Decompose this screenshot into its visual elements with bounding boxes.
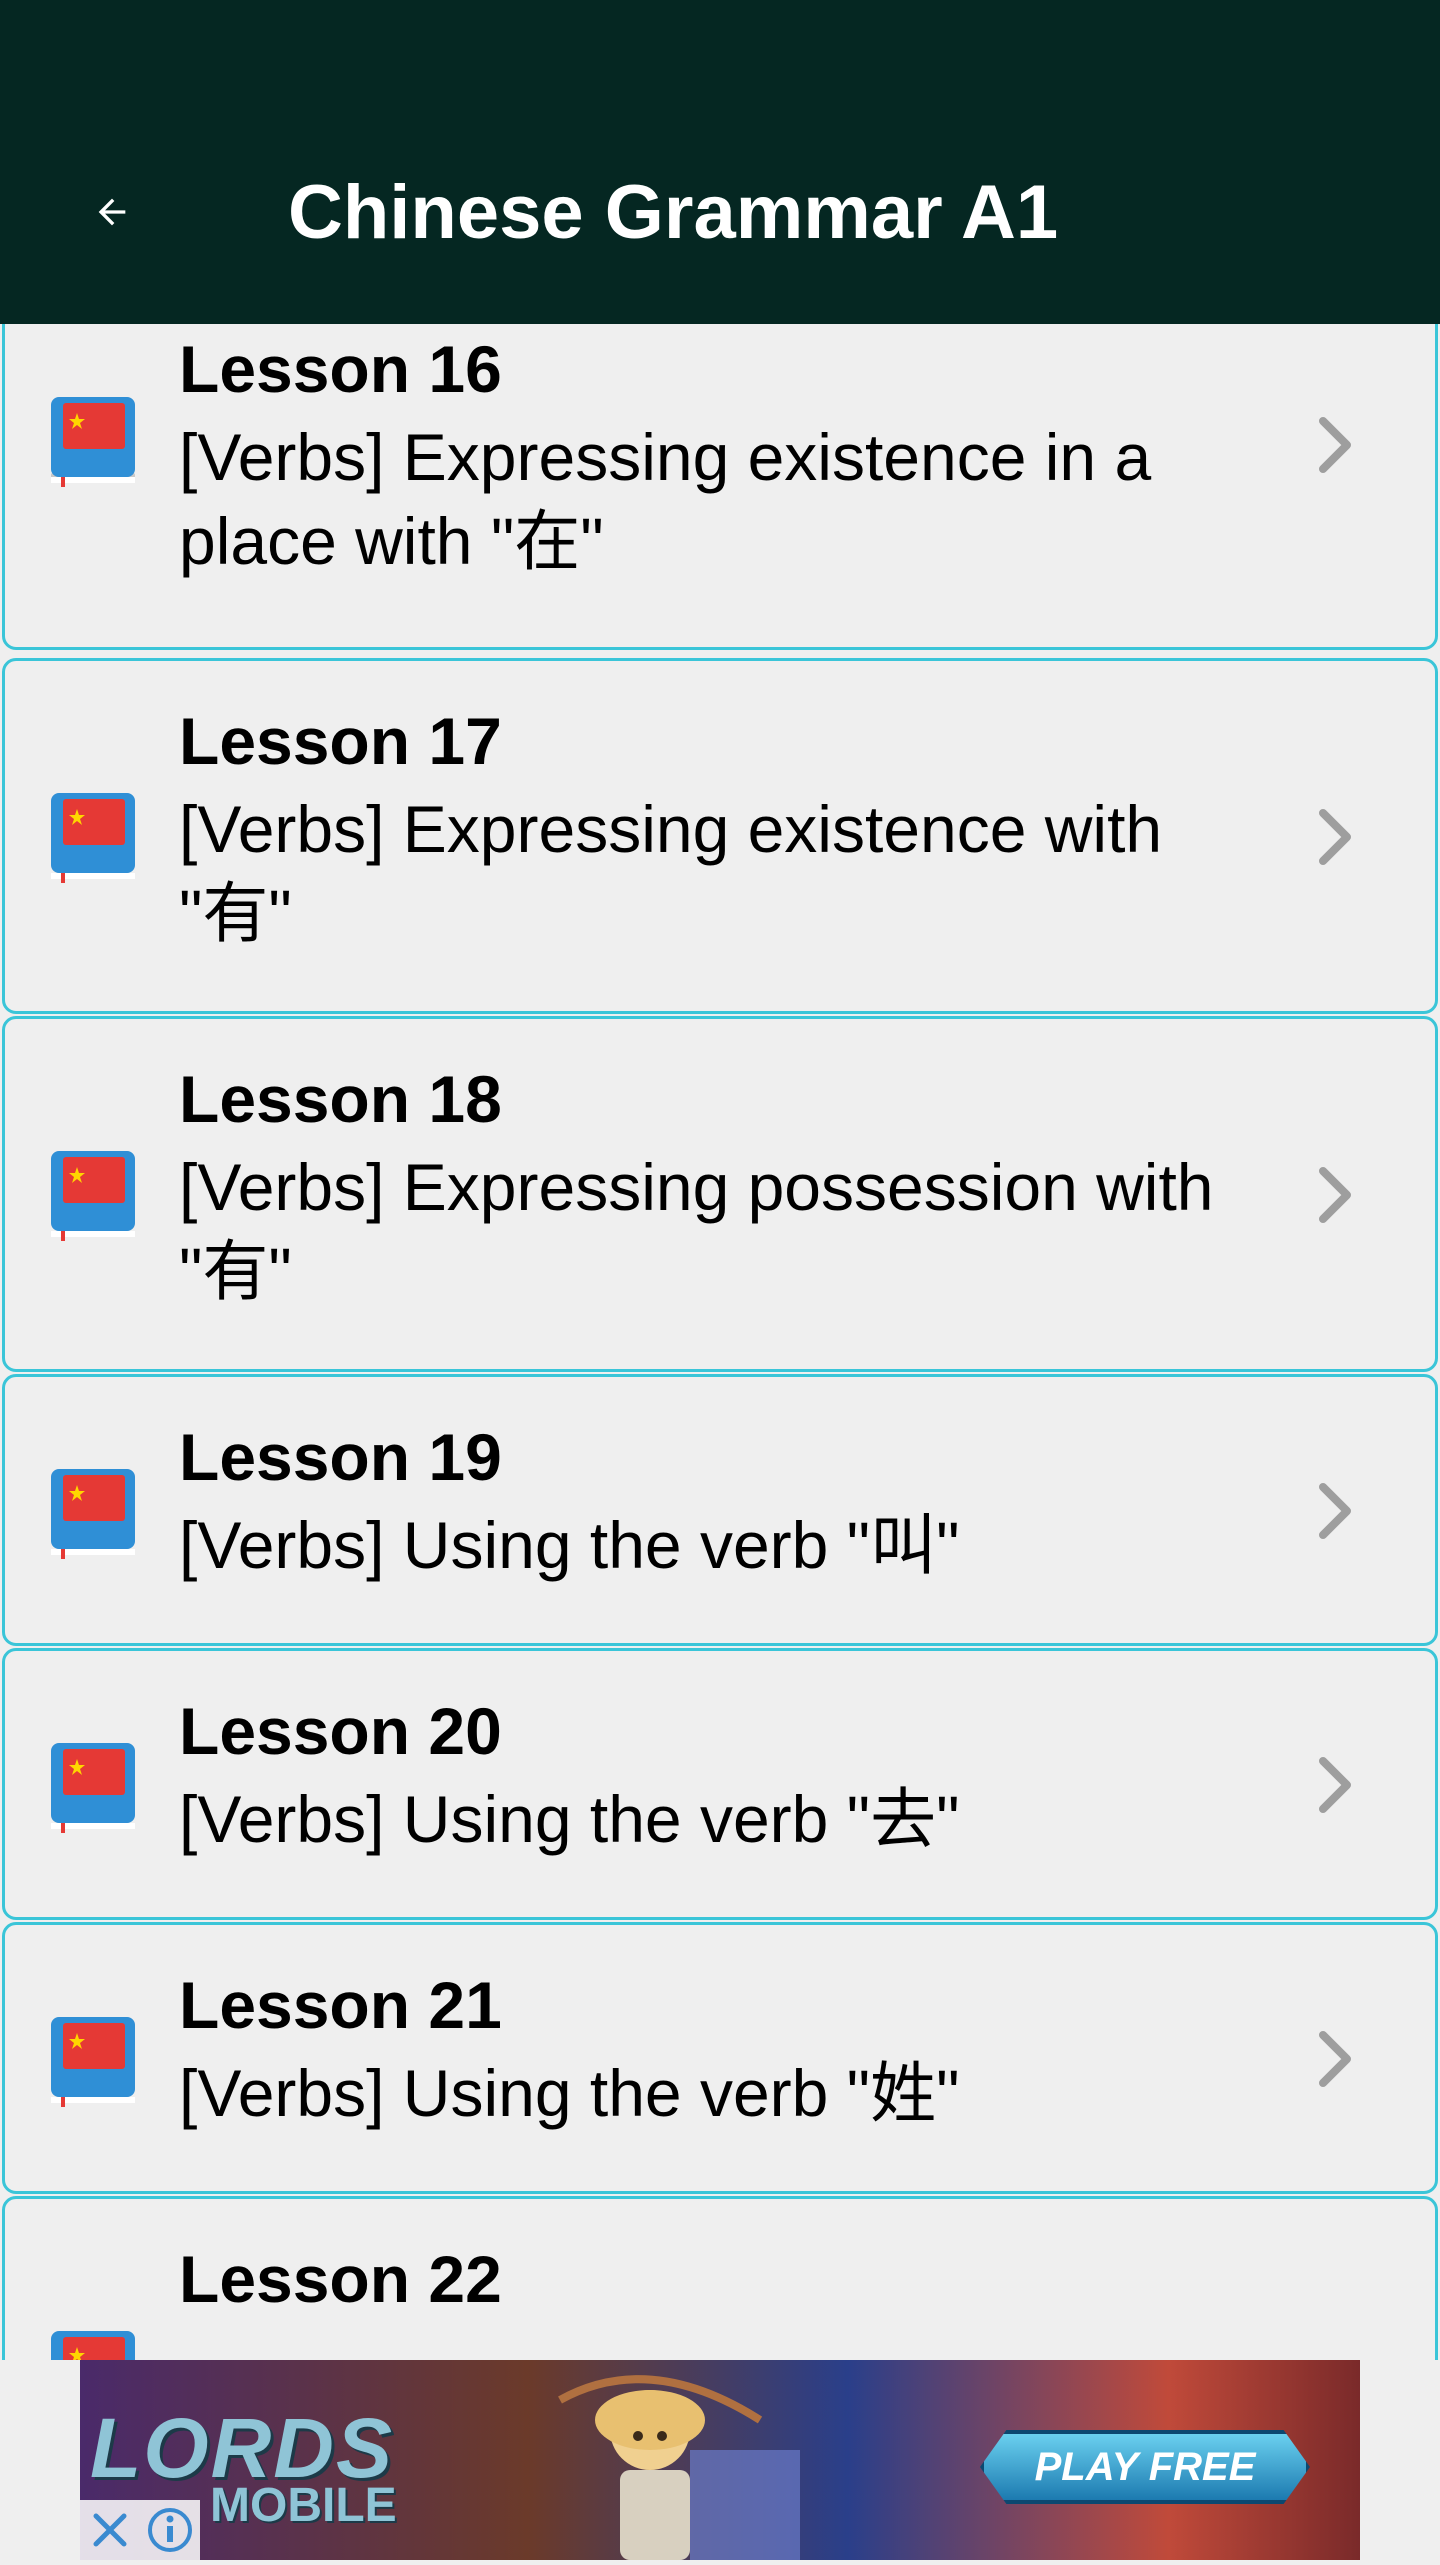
lesson-description: [Verbs] Expressing existence with "有" bbox=[179, 792, 1163, 950]
ad-character-illustration bbox=[558, 2375, 800, 2560]
lesson-card-16[interactable]: Lesson 16 [Verbs] Expressing existence i… bbox=[2, 324, 1438, 650]
lesson-card-18[interactable]: Lesson 18 [Verbs] Expressing possession … bbox=[2, 1016, 1438, 1372]
back-button[interactable] bbox=[80, 180, 144, 244]
book-icon bbox=[51, 2017, 135, 2107]
lesson-card-22[interactable]: Lesson 22 bbox=[2, 2196, 1438, 2360]
book-icon bbox=[51, 397, 135, 487]
arrow-left-icon bbox=[98, 198, 126, 226]
lesson-list[interactable]: Lesson 16 [Verbs] Expressing existence i… bbox=[0, 324, 1440, 2360]
page-title: Chinese Grammar A1 bbox=[288, 170, 1059, 255]
book-icon bbox=[51, 1743, 135, 1833]
book-icon bbox=[51, 1151, 135, 1241]
ad-banner[interactable]: LORDS MOBILE PLAY FREE bbox=[80, 2360, 1360, 2560]
ad-cta-button[interactable]: PLAY FREE bbox=[980, 2430, 1310, 2504]
lesson-description: [Verbs] Using the verb "姓" bbox=[179, 2056, 960, 2130]
lesson-card-20[interactable]: Lesson 20 [Verbs] Using the verb "去" bbox=[2, 1648, 1438, 1920]
lesson-card-21[interactable]: Lesson 21 [Verbs] Using the verb "姓" bbox=[2, 1922, 1438, 2194]
chevron-right-icon bbox=[1319, 1167, 1351, 1223]
chevron-right-icon bbox=[1319, 2031, 1351, 2087]
lesson-title: Lesson 16 bbox=[179, 332, 502, 406]
chevron-right-icon bbox=[1319, 1757, 1351, 1813]
lesson-title: Lesson 21 bbox=[179, 1968, 502, 2042]
book-icon bbox=[51, 1469, 135, 1559]
book-icon bbox=[51, 2331, 135, 2360]
lesson-description: [Verbs] Expressing existence in a place … bbox=[179, 420, 1152, 578]
lesson-title: Lesson 18 bbox=[179, 1062, 502, 1136]
ad-controls[interactable] bbox=[80, 2500, 200, 2560]
ad-logo-subtitle: MOBILE bbox=[210, 2479, 397, 2532]
lesson-description: [Verbs] Expressing possession with "有" bbox=[179, 1150, 1214, 1308]
lesson-title: Lesson 20 bbox=[179, 1694, 502, 1768]
lesson-title: Lesson 22 bbox=[179, 2242, 502, 2316]
lesson-card-19[interactable]: Lesson 19 [Verbs] Using the verb "叫" bbox=[2, 1374, 1438, 1646]
lesson-title: Lesson 19 bbox=[179, 1420, 502, 1494]
ad-container[interactable]: LORDS MOBILE PLAY FREE bbox=[0, 2360, 1440, 2560]
book-icon bbox=[51, 793, 135, 883]
lesson-title: Lesson 17 bbox=[179, 704, 502, 778]
close-icon[interactable] bbox=[80, 2500, 140, 2560]
chevron-right-icon bbox=[1319, 417, 1351, 473]
chevron-right-icon bbox=[1319, 1483, 1351, 1539]
lesson-description: [Verbs] Using the verb "叫" bbox=[179, 1508, 960, 1582]
chevron-right-icon bbox=[1319, 809, 1351, 865]
info-icon[interactable] bbox=[140, 2500, 200, 2560]
lesson-description: [Verbs] Using the verb "去" bbox=[179, 1782, 960, 1856]
lesson-card-17[interactable]: Lesson 17 [Verbs] Expressing existence w… bbox=[2, 658, 1438, 1014]
app-bar: Chinese Grammar A1 bbox=[0, 0, 1440, 324]
